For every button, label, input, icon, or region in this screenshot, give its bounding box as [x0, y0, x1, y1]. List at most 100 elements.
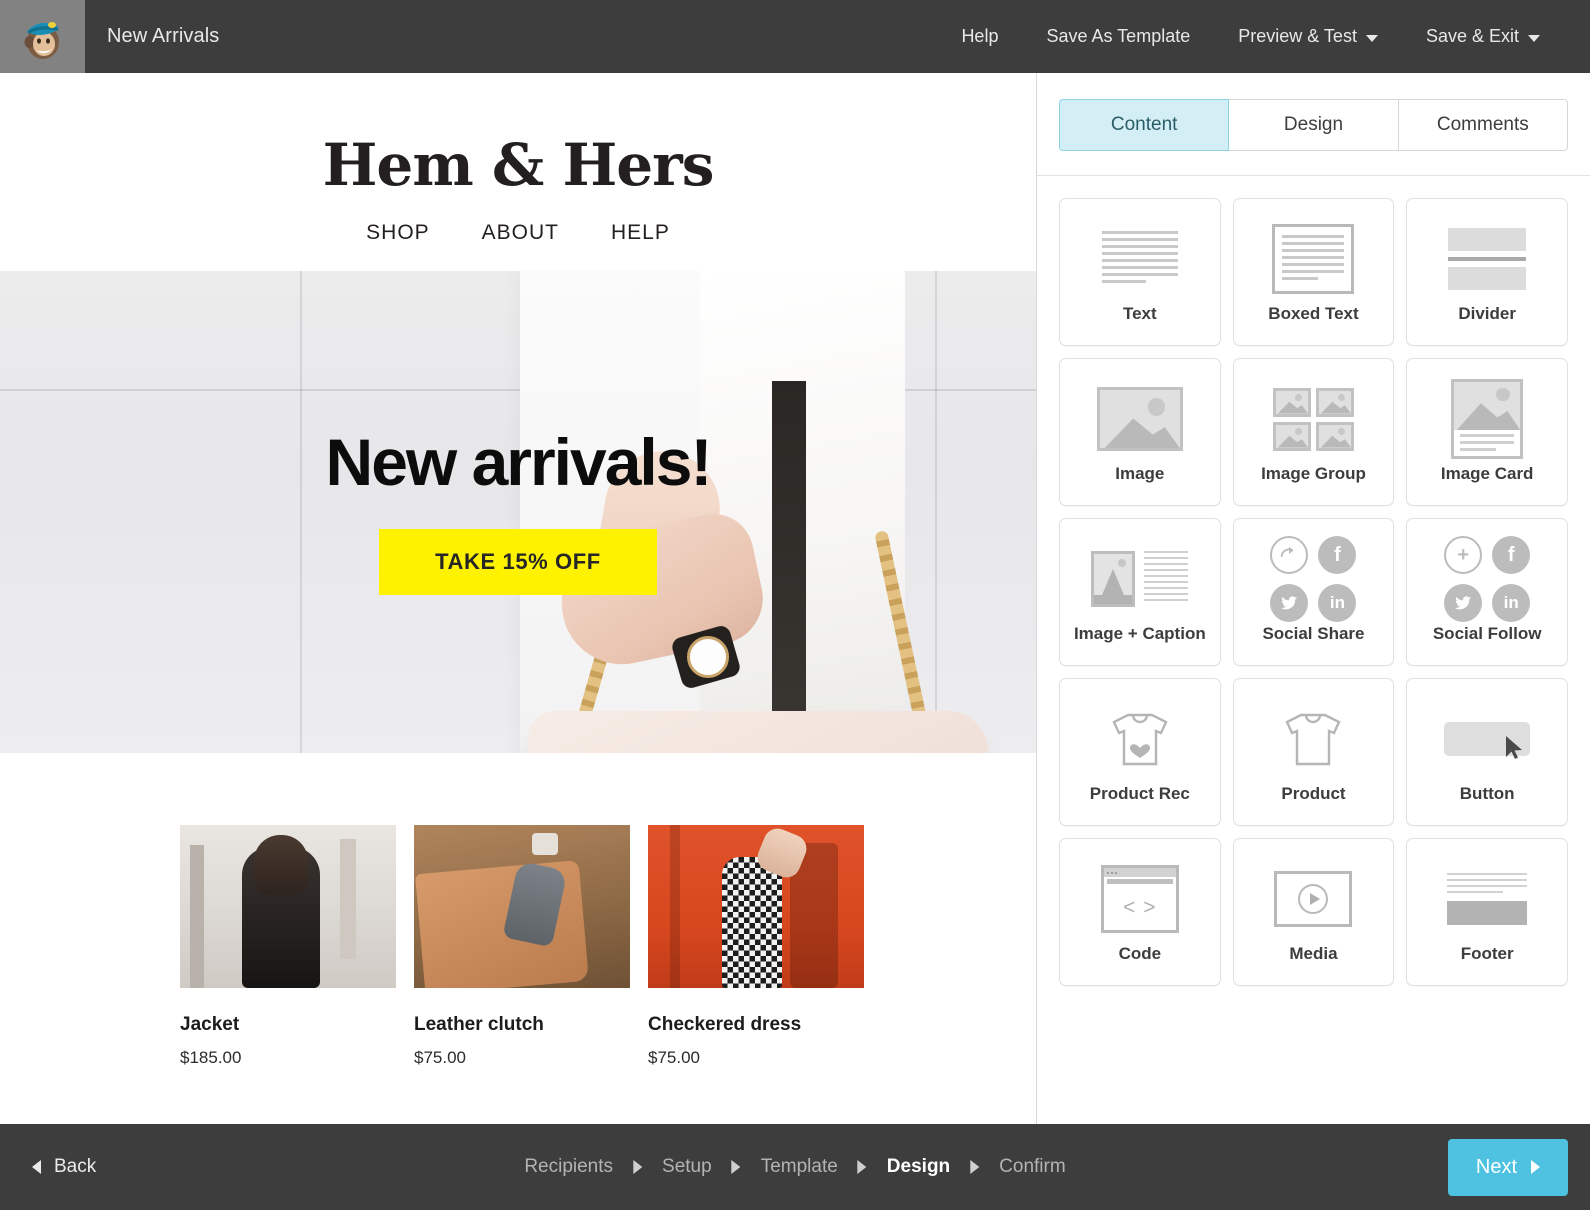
tab-comments[interactable]: Comments	[1398, 99, 1568, 151]
block-button[interactable]: Button	[1406, 678, 1568, 826]
product-price: $75.00	[414, 1048, 466, 1067]
image-icon	[1096, 380, 1183, 458]
product-price: $185.00	[180, 1048, 242, 1067]
step-confirm[interactable]: Confirm	[999, 1156, 1066, 1178]
block-label: Media	[1289, 944, 1338, 963]
step-template[interactable]: Template	[761, 1156, 838, 1178]
mailchimp-logo-button[interactable]	[0, 0, 85, 73]
tab-design[interactable]: Design	[1229, 99, 1399, 151]
preview-and-test-menu[interactable]: Preview & Test	[1214, 26, 1402, 47]
block-image-caption[interactable]: Image + Caption	[1059, 518, 1221, 666]
product-name: Checkered dress	[648, 1014, 802, 1035]
block-social-follow[interactable]: + f in Social Follow	[1406, 518, 1568, 666]
twitter-icon	[1444, 584, 1483, 622]
image-group-icon	[1272, 380, 1354, 458]
plus-circle-icon: +	[1444, 536, 1483, 574]
block-image-card[interactable]: Image Card	[1406, 358, 1568, 506]
help-button[interactable]: Help	[937, 26, 1022, 47]
next-button[interactable]: Next	[1447, 1138, 1568, 1196]
save-as-template-label: Save As Template	[1046, 26, 1191, 46]
hero-image-block[interactable]: New arrivals! TAKE 15% OFF	[0, 271, 1036, 753]
block-image-group[interactable]: Image Group	[1232, 358, 1395, 506]
chevron-down-icon	[1528, 34, 1540, 42]
chevron-left-icon	[32, 1160, 41, 1174]
block-label: Product Rec	[1089, 784, 1190, 803]
mailchimp-email-designer: New Arrivals Help Save As Template Previ…	[0, 0, 1590, 1210]
help-label: Help	[961, 26, 999, 46]
block-boxed-text[interactable]: Boxed Text	[1232, 198, 1395, 346]
tab-content[interactable]: Content	[1059, 99, 1230, 151]
freddie-monkey-icon	[17, 11, 69, 63]
block-social-share[interactable]: f in Social Share	[1232, 518, 1395, 666]
block-label: Image Card	[1440, 464, 1534, 483]
block-label: Boxed Text	[1268, 304, 1359, 323]
chevron-right-icon	[857, 1160, 867, 1174]
product-price: $75.00	[648, 1048, 700, 1067]
chevron-down-icon	[1365, 34, 1378, 42]
footer-icon	[1447, 860, 1528, 938]
save-and-exit-label: Save & Exit	[1425, 26, 1519, 46]
share-arrow-icon	[1270, 536, 1309, 574]
panel-tabs: Content Design Comments	[1037, 73, 1590, 151]
product-card[interactable]: Checkered dress $75.00	[648, 825, 864, 1068]
nav-item-about[interactable]: ABOUT	[482, 221, 559, 245]
block-label: Text	[1122, 304, 1157, 323]
block-code[interactable]: < > Code	[1059, 838, 1221, 986]
save-as-template-button[interactable]: Save As Template	[1022, 26, 1214, 47]
top-bar-actions: Help Save As Template Preview & Test Sav…	[937, 26, 1590, 47]
step-setup[interactable]: Setup	[662, 1156, 712, 1178]
step-recipients[interactable]: Recipients	[524, 1156, 613, 1178]
block-label: Button	[1459, 784, 1515, 803]
button-cursor-icon	[1444, 700, 1531, 778]
product-grid-block[interactable]: Jacket $185.00 Leather clutch $75.00 Che…	[0, 753, 1036, 1068]
chevron-right-icon	[970, 1160, 980, 1174]
chevron-right-icon	[633, 1160, 643, 1174]
email-preview-canvas[interactable]: Hem & Hers SHOP ABOUT HELP New arrivals!…	[0, 73, 1037, 1124]
top-bar: New Arrivals Help Save As Template Previ…	[0, 0, 1590, 73]
email-header-block[interactable]: Hem & Hers SHOP ABOUT HELP	[0, 73, 1036, 271]
product-name: Jacket	[180, 1014, 240, 1035]
social-follow-icon: + f in	[1444, 536, 1531, 622]
back-label: Back	[54, 1156, 97, 1177]
block-product-rec[interactable]: Product Rec	[1059, 678, 1221, 826]
block-image[interactable]: Image	[1059, 358, 1221, 506]
step-design[interactable]: Design	[887, 1156, 950, 1178]
product-card[interactable]: Jacket $185.00	[180, 825, 396, 1068]
boxed-text-icon	[1272, 220, 1355, 298]
block-text[interactable]: Text	[1059, 198, 1221, 346]
nav-item-shop[interactable]: SHOP	[366, 221, 430, 245]
chevron-right-icon	[1531, 1160, 1540, 1174]
block-label: Product	[1281, 784, 1346, 803]
linkedin-icon: in	[1318, 584, 1357, 622]
email-nav: SHOP ABOUT HELP	[0, 221, 1036, 271]
block-label: Image	[1115, 464, 1165, 483]
media-play-icon	[1274, 860, 1353, 938]
divider-icon	[1448, 220, 1527, 298]
product-card[interactable]: Leather clutch $75.00	[414, 825, 630, 1068]
breadcrumb: Recipients Setup Template Design Confirm	[524, 1156, 1065, 1178]
block-media[interactable]: Media	[1232, 838, 1395, 986]
bottom-bar: Back Recipients Setup Template Design Co…	[0, 1124, 1590, 1210]
product-image-clutch	[414, 825, 630, 988]
save-and-exit-menu[interactable]: Save & Exit	[1402, 26, 1564, 47]
hero-cta-button[interactable]: TAKE 15% OFF	[379, 529, 657, 595]
block-label: Image + Caption	[1073, 624, 1206, 643]
block-label: Code	[1118, 944, 1162, 963]
block-divider[interactable]: Divider	[1406, 198, 1568, 346]
block-footer[interactable]: Footer	[1406, 838, 1568, 986]
hero-headline: New arrivals!	[325, 425, 713, 499]
content-blocks-panel: Content Design Comments Text Boxed Text …	[1037, 73, 1590, 1124]
linkedin-icon: in	[1492, 584, 1531, 622]
block-label: Social Share	[1262, 624, 1365, 643]
product-name: Leather clutch	[414, 1014, 544, 1035]
campaign-title: New Arrivals	[107, 25, 220, 47]
back-button[interactable]: Back	[22, 1156, 96, 1178]
product-image-jacket	[180, 825, 396, 988]
block-label: Image Group	[1261, 464, 1366, 483]
workspace: Hem & Hers SHOP ABOUT HELP New arrivals!…	[0, 73, 1590, 1124]
block-product[interactable]: Product	[1232, 678, 1395, 826]
next-label: Next	[1475, 1155, 1517, 1178]
nav-item-help[interactable]: HELP	[611, 221, 670, 245]
product-image-dress	[648, 825, 864, 988]
tshirt-icon	[1275, 700, 1351, 778]
